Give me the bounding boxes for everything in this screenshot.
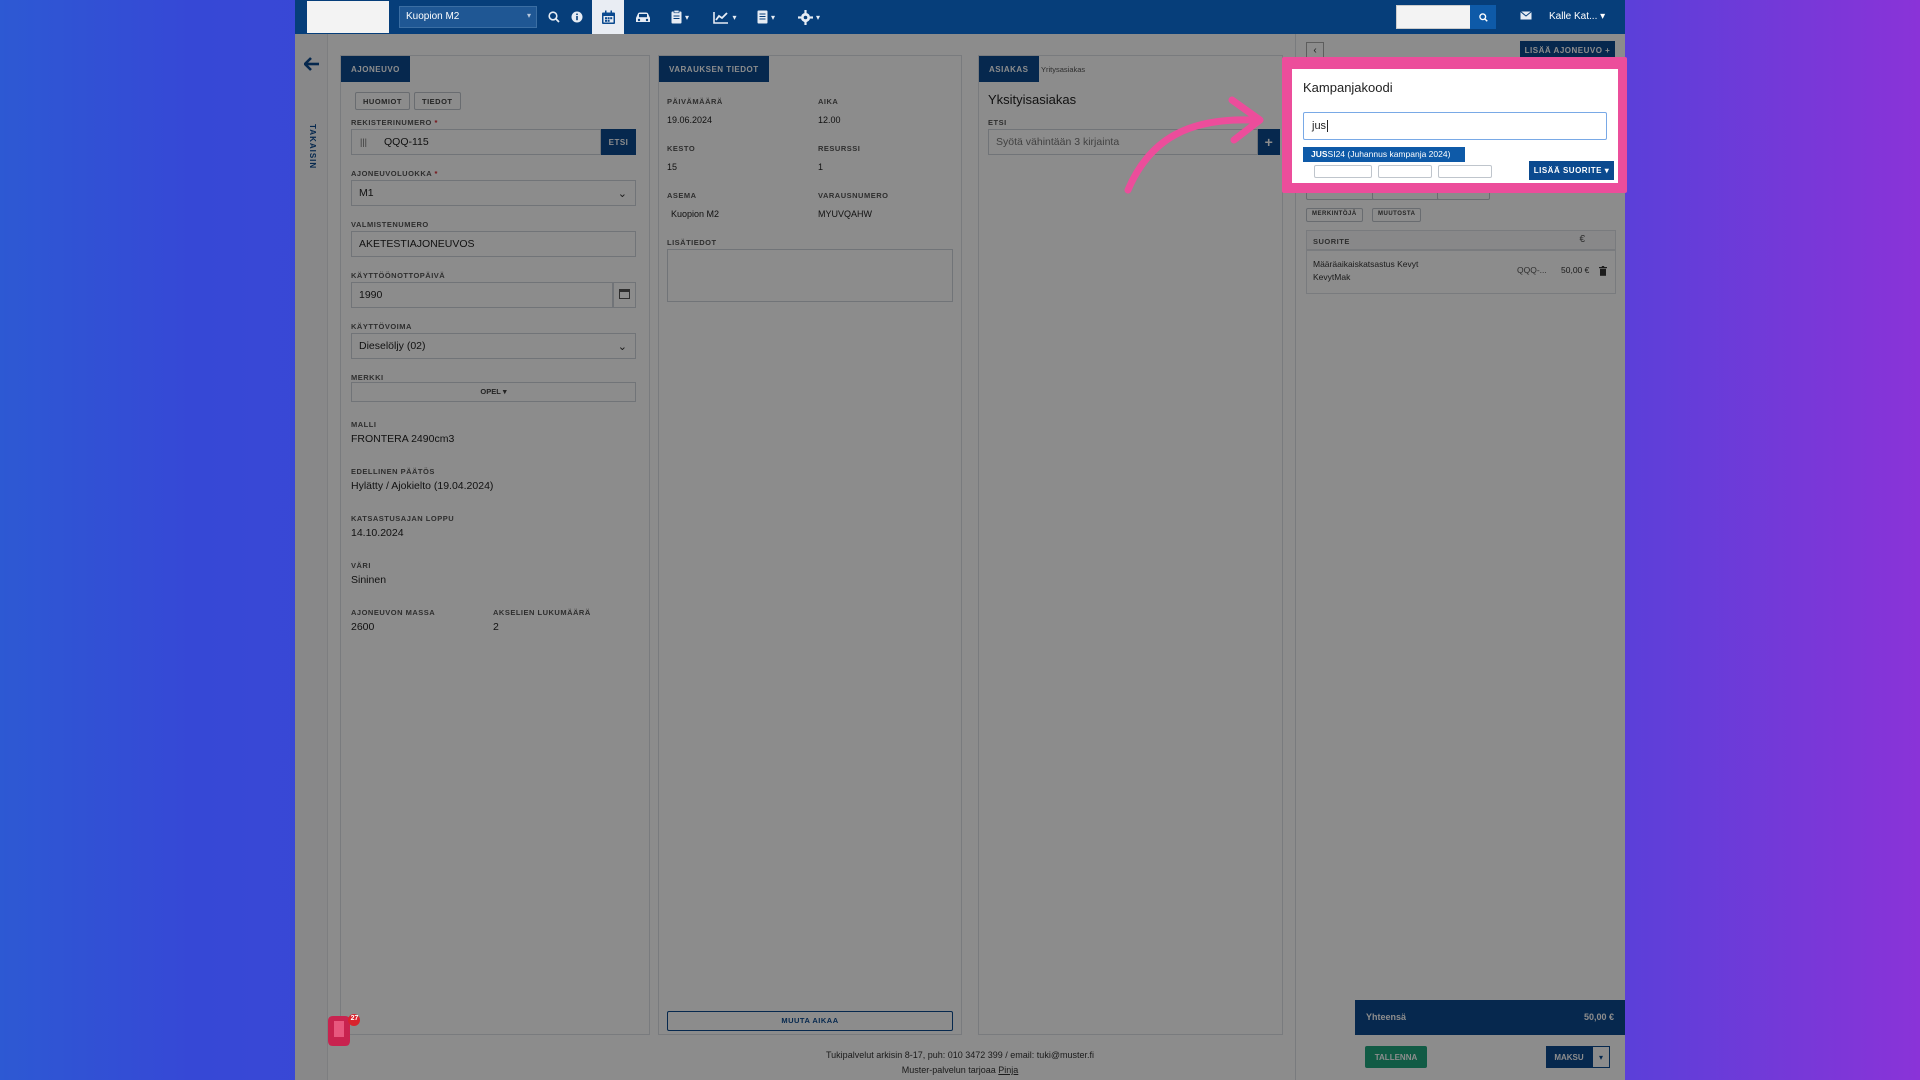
chevron-down-icon: ▾ <box>1600 11 1606 22</box>
popup-chip-3[interactable] <box>1438 165 1492 178</box>
suggestion-rest: SI24 (Juhannus kampanja 2024) <box>1327 149 1451 159</box>
notification-count: 27 <box>350 1015 359 1022</box>
popup-chip-2[interactable] <box>1378 165 1432 178</box>
chart-icon[interactable]: ▾ <box>706 0 744 34</box>
location-select[interactable]: Kuopion M2 ▾ <box>399 6 537 28</box>
pointer-arrow-icon <box>1124 96 1264 194</box>
global-search-button[interactable] <box>1470 5 1496 29</box>
popup-title: Kampanjakoodi <box>1303 80 1393 95</box>
campaign-code-value: jus <box>1312 120 1327 132</box>
user-name: Kalle Kat... <box>1549 11 1598 22</box>
gear-icon[interactable]: ▾ <box>790 0 828 34</box>
campaign-code-input[interactable]: jus <box>1303 112 1607 140</box>
car-icon[interactable] <box>627 0 659 34</box>
add-service-button[interactable]: LISÄÄ SUORITE ▾ <box>1529 161 1614 180</box>
suggestion-match: JUS <box>1311 149 1328 159</box>
info-icon[interactable] <box>561 0 593 34</box>
calendar-icon[interactable] <box>592 0 624 34</box>
chevron-down-icon: ▾ <box>526 11 531 20</box>
top-navbar: Kuopion M2 ▾ ▾ ▾ ▾ ▾ Kalle Kat... ▾ <box>295 0 1625 34</box>
location-value: Kuopion M2 <box>406 11 460 22</box>
text-cursor <box>1327 120 1329 132</box>
document-icon[interactable]: ▾ <box>747 0 785 34</box>
user-menu[interactable]: Kalle Kat... ▾ <box>1549 11 1605 22</box>
mail-icon[interactable] <box>1520 9 1532 23</box>
campaign-code-popup: Kampanjakoodi jus JUSSI24 (Juhannus kamp… <box>1292 69 1618 183</box>
clipboard-icon[interactable]: ▾ <box>661 0 699 34</box>
logo[interactable] <box>307 1 389 33</box>
notification-app-icon[interactable]: 27 <box>325 1013 363 1051</box>
campaign-suggestion-item[interactable]: JUSSI24 (Juhannus kampanja 2024) <box>1303 147 1465 162</box>
popup-chip-1[interactable] <box>1314 165 1372 178</box>
